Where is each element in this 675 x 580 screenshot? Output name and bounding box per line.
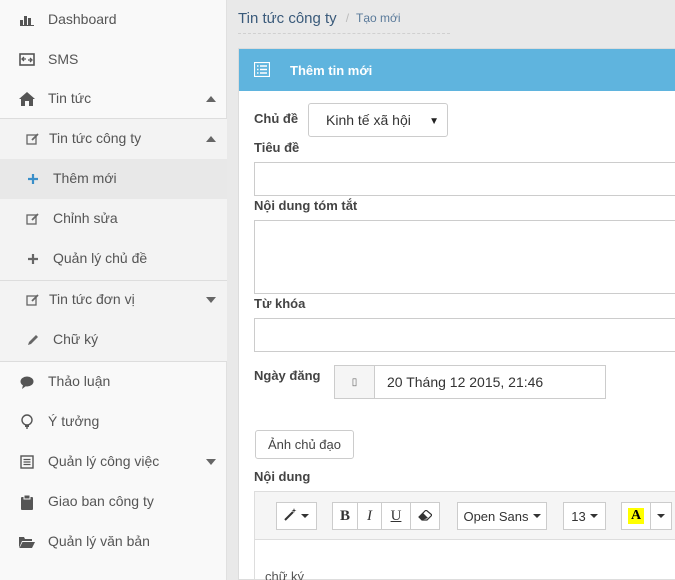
underline-button[interactable]: U — [381, 502, 411, 530]
lightbulb-icon — [19, 414, 35, 430]
sidebar-item-sms[interactable]: SMS — [0, 40, 227, 80]
sidebar-item-label: Quản lý công việc — [48, 453, 160, 469]
sms-icon — [19, 52, 35, 68]
chevron-down-icon — [589, 514, 598, 518]
date-label: Ngày đăng — [254, 368, 321, 383]
sidebar-item-add-new[interactable]: Thêm mới — [0, 159, 227, 199]
panel-header: Thêm tin mới — [239, 49, 675, 91]
sidebar-item-edit[interactable]: Chỉnh sửa — [0, 199, 227, 239]
editor-content[interactable]: chữ ký — [265, 569, 304, 580]
clear-format-button[interactable] — [410, 502, 440, 530]
sidebar-item-label: Quản lý văn bản — [48, 533, 150, 549]
sidebar-item-label: Thêm mới — [53, 170, 117, 186]
sidebar-item-document-management[interactable]: Quản lý văn bản — [0, 522, 227, 562]
sidebar-item-label: Tin tức — [48, 90, 92, 106]
pencil-icon — [25, 332, 41, 348]
rich-text-editor: B I U Open Sans 13 A chữ ký — [254, 491, 675, 580]
chevron-down-icon — [206, 459, 216, 465]
sidebar-item-label: Ý tưởng — [48, 413, 100, 429]
sidebar: Dashboard SMS Tin tức Tin tức công ty Th… — [0, 0, 227, 580]
style-button[interactable] — [276, 502, 317, 530]
panel-title: Thêm tin mới — [290, 62, 373, 78]
sidebar-item-dashboard[interactable]: Dashboard — [0, 0, 227, 40]
font-size-select[interactable]: 13 — [563, 502, 606, 530]
keywords-label: Từ khóa — [254, 296, 306, 311]
sidebar-item-label: Chỉnh sửa — [53, 210, 118, 226]
sidebar-item-company-briefing[interactable]: Giao ban công ty — [0, 482, 227, 522]
font-family-value: Open Sans — [463, 508, 529, 524]
sidebar-item-label: Quản lý chủ đề — [53, 250, 148, 266]
chevron-up-icon — [206, 96, 216, 102]
topic-select-value: Kinh tế xã hội — [326, 112, 411, 128]
sidebar-item-ideas[interactable]: Ý tưởng — [0, 402, 227, 442]
summary-textarea[interactable] — [254, 220, 675, 294]
chevron-down-icon — [657, 514, 665, 518]
sidebar-item-signature[interactable]: Chữ ký — [0, 320, 227, 360]
font-family-select[interactable]: Open Sans — [457, 502, 547, 530]
sidebar-item-company-news[interactable]: Tin tức công ty — [0, 119, 227, 159]
list-icon — [19, 454, 35, 470]
sidebar-item-label: Dashboard — [48, 11, 117, 27]
home-icon — [19, 91, 35, 107]
sidebar-item-label: Tin tức công ty — [49, 130, 142, 146]
edit-icon — [25, 211, 41, 227]
featured-image-button[interactable]: Ảnh chủ đạo — [255, 430, 354, 459]
comment-icon — [19, 374, 35, 390]
chevron-down-icon — [206, 297, 216, 303]
edit-icon — [25, 292, 41, 308]
sidebar-item-label: Chữ ký — [53, 331, 99, 347]
sidebar-item-unit-news[interactable]: Tin tức đơn vị — [0, 280, 227, 320]
sidebar-item-news[interactable]: Tin tức — [0, 79, 227, 119]
font-color-icon: A — [627, 508, 645, 524]
chevron-down-icon — [301, 514, 309, 518]
clipboard-icon — [19, 494, 35, 510]
breadcrumb-current: Tạo mới — [356, 11, 401, 25]
sidebar-item-label: Giao ban công ty — [48, 493, 154, 509]
plus-icon — [25, 171, 41, 187]
keywords-input[interactable] — [254, 318, 675, 352]
date-picker[interactable]: ▯ 20 Tháng 12 2015, 21:46 — [334, 365, 606, 399]
color-dropdown-button[interactable] — [650, 502, 672, 530]
italic-button[interactable]: I — [357, 502, 382, 530]
sidebar-item-label: Thảo luận — [48, 373, 111, 389]
list-alt-icon — [253, 61, 271, 78]
magic-wand-icon — [284, 508, 297, 524]
chevron-down-icon: ▼ — [429, 116, 439, 127]
topic-select[interactable]: Kinh tế xã hội ▼ — [308, 103, 448, 137]
calendar-icon[interactable]: ▯ — [335, 366, 375, 398]
sidebar-item-label: SMS — [48, 51, 79, 67]
date-value: 20 Tháng 12 2015, 21:46 — [387, 374, 544, 390]
title-label: Tiêu đề — [254, 140, 300, 155]
breadcrumb-parent[interactable]: Tin tức công ty — [238, 10, 337, 27]
edit-icon — [25, 131, 41, 147]
content-label: Nội dung — [254, 469, 311, 484]
sidebar-item-discussion[interactable]: Thảo luận — [0, 362, 227, 402]
sidebar-item-topic-management[interactable]: Quản lý chủ đề — [0, 239, 227, 279]
breadcrumb-divider — [238, 33, 450, 34]
summary-label: Nội dung tóm tắt — [254, 198, 358, 213]
font-size-value: 13 — [571, 508, 586, 524]
chevron-down-icon — [532, 514, 541, 518]
breadcrumb-separator: / — [345, 11, 350, 25]
bar-chart-icon — [19, 12, 35, 28]
editor-toolbar: B I U Open Sans 13 A — [255, 492, 675, 540]
bold-button[interactable]: B — [332, 502, 358, 530]
text-color-button[interactable]: A — [621, 502, 651, 530]
folder-open-icon — [19, 534, 35, 550]
sidebar-item-task-management[interactable]: Quản lý công việc — [0, 442, 227, 482]
breadcrumb: Tin tức công ty / Tạo mới — [238, 4, 401, 32]
eraser-icon — [418, 508, 433, 524]
chevron-up-icon — [206, 136, 216, 142]
sidebar-item-label: Tin tức đơn vị — [49, 291, 135, 307]
topic-label: Chủ đề — [254, 111, 299, 126]
plus-icon — [25, 251, 41, 267]
title-input[interactable] — [254, 162, 675, 196]
